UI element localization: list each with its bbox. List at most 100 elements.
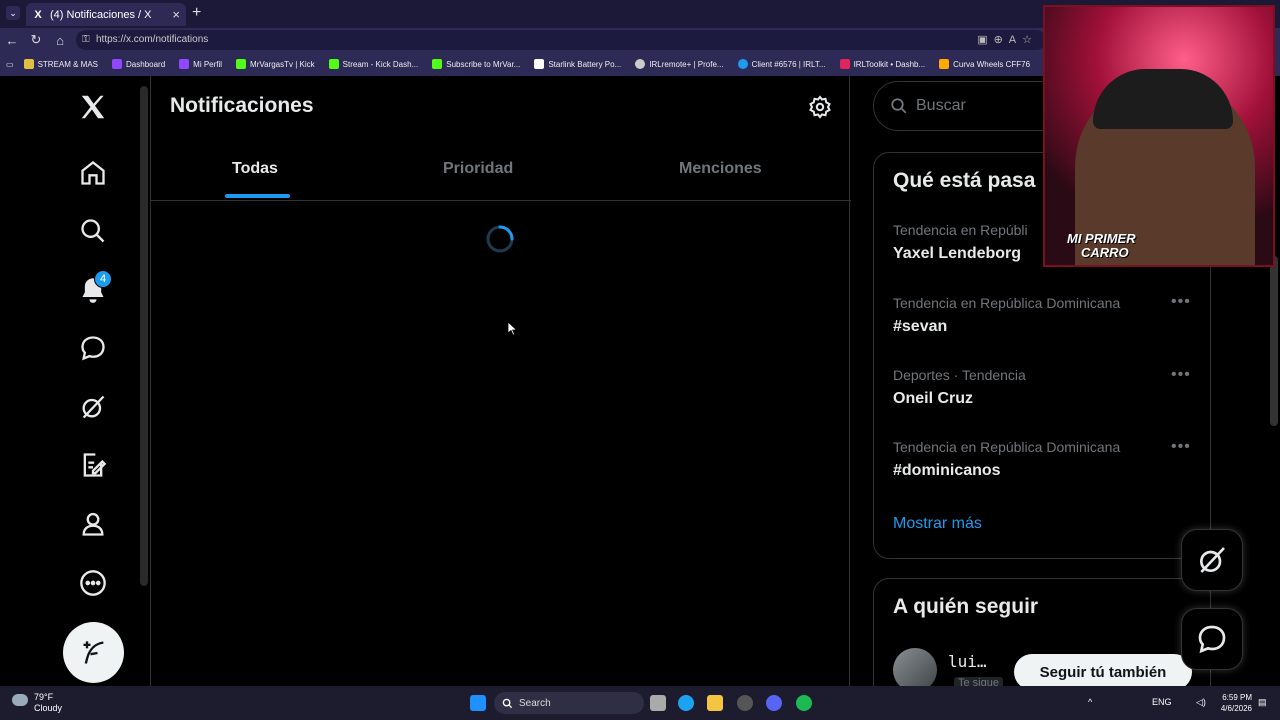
- search-icon[interactable]: [72, 210, 114, 252]
- language-indicator[interactable]: ENG: [1152, 697, 1172, 707]
- webcam-caption: MI PRIMER CARRO: [1067, 232, 1136, 260]
- clock[interactable]: 6:59 PM 4/6/2026: [1214, 692, 1252, 714]
- trend-meta: Tendencia en República Dominicana: [893, 295, 1121, 311]
- bookmark-item[interactable]: Stream - Kick Dash...: [328, 59, 418, 69]
- follow-back-button[interactable]: Seguir tú también: [1014, 654, 1192, 686]
- edge-icon[interactable]: [678, 695, 694, 711]
- bookmark-item[interactable]: IRLToolkit • Dashb...: [839, 59, 926, 69]
- trend-name[interactable]: Oneil Cruz: [893, 390, 973, 408]
- profile-icon[interactable]: [72, 503, 114, 545]
- bookmark-label: MrVargasTv | Kick: [250, 59, 315, 69]
- folder-icon: [23, 59, 34, 69]
- follow-title: A quién seguir: [893, 595, 1039, 618]
- tab-menciones[interactable]: Menciones: [679, 160, 762, 178]
- app-icon[interactable]: [737, 695, 753, 711]
- bookmark-label: Subscribe to MrVar...: [446, 59, 521, 69]
- browser-tab-active[interactable]: X (4) Notificaciones / X ×: [26, 3, 186, 26]
- loading-spinner-icon: [485, 224, 515, 254]
- trend-more-icon[interactable]: •••: [1171, 366, 1191, 384]
- tab-todas[interactable]: Todas: [232, 160, 278, 178]
- tab-prioridad[interactable]: Prioridad: [443, 160, 513, 178]
- tab-close-icon[interactable]: ×: [172, 7, 180, 22]
- show-more-link[interactable]: Mostrar más: [893, 515, 982, 533]
- volume-icon[interactable]: ◁): [1196, 697, 1206, 708]
- webcam-caption-line2: CARRO: [1081, 245, 1129, 260]
- bookmarks-menu-icon[interactable]: ▭: [6, 60, 14, 69]
- trend-more-icon[interactable]: •••: [1171, 438, 1191, 456]
- bookmark-label: Mi Perfil: [193, 59, 223, 69]
- bookmark-item[interactable]: Mi Perfil: [179, 59, 222, 69]
- messages-float-button[interactable]: [1181, 608, 1243, 670]
- bookmark-label: IRLremote+ | Profe...: [649, 59, 724, 69]
- irltoolkit-icon: [839, 59, 850, 69]
- bookmark-item[interactable]: STREAM & MAS: [23, 59, 99, 69]
- bookmark-label: Client #6576 | IRLT...: [751, 59, 826, 69]
- avatar[interactable]: [893, 648, 937, 686]
- bookmark-label: Starlink Battery Po...: [548, 59, 622, 69]
- bookmark-item[interactable]: Dashboard: [112, 59, 165, 69]
- trend-name[interactable]: #dominicanos: [893, 462, 1001, 480]
- bookmark-label: IRLToolkit • Dashb...: [853, 59, 926, 69]
- discord-icon[interactable]: [766, 695, 782, 711]
- post-button[interactable]: [63, 622, 124, 683]
- grok-icon[interactable]: [72, 386, 114, 428]
- bookmark-item[interactable]: IRLremote+ | Profe...: [635, 59, 724, 69]
- webcam-caption-line1: MI PRIMER: [1067, 231, 1136, 246]
- bookmark-item[interactable]: MrVargasTv | Kick: [236, 59, 315, 69]
- tray-chevron-icon[interactable]: ^: [1088, 697, 1092, 707]
- weather-desc: Cloudy: [34, 703, 63, 713]
- new-tab-icon[interactable]: +: [192, 4, 201, 22]
- suggested-user-name[interactable]: lui…: [948, 652, 987, 671]
- kick-icon: [432, 59, 443, 69]
- drafts-icon[interactable]: [72, 444, 114, 486]
- bookmark-label: STREAM & MAS: [37, 59, 99, 69]
- right-scrollbar[interactable]: [1270, 256, 1278, 426]
- url-field[interactable]: ⚿ https://x.com/notifications ▣⊕A☆: [76, 30, 1046, 50]
- trend-name[interactable]: Yaxel Lendeborg: [893, 245, 1021, 263]
- clock-date: 4/6/2026: [1220, 704, 1252, 713]
- more-icon[interactable]: [72, 562, 114, 604]
- bookmark-label: Curva Wheels CFF76: [953, 59, 1031, 69]
- back-icon[interactable]: ←: [4, 32, 20, 48]
- spotify-icon[interactable]: [796, 695, 812, 711]
- trend-more-icon[interactable]: •••: [1171, 293, 1191, 311]
- twitch-icon: [179, 59, 190, 69]
- bookmark-item[interactable]: Client #6576 | IRLT...: [737, 59, 826, 69]
- gear-icon[interactable]: [808, 95, 834, 121]
- trend-meta: Tendencia en Repúbli: [893, 222, 1028, 238]
- starlink-icon: [534, 59, 545, 69]
- taskbar-search[interactable]: Search: [494, 692, 644, 714]
- url-text: https://x.com/notifications: [96, 34, 209, 45]
- task-view-icon[interactable]: [650, 695, 666, 711]
- windows-start-icon[interactable]: [470, 695, 486, 711]
- tab-list-chevron-icon[interactable]: ⌄: [6, 6, 20, 20]
- bookmark-item[interactable]: Starlink Battery Po...: [534, 59, 621, 69]
- trend-name[interactable]: #sevan: [893, 318, 947, 336]
- notification-center-icon[interactable]: ▤: [1258, 697, 1267, 708]
- compose-feather-icon: [83, 640, 104, 664]
- weather-temp: 79°F: [34, 692, 54, 702]
- file-explorer-icon[interactable]: [707, 695, 723, 711]
- site-info-icon[interactable]: ⚿: [82, 30, 90, 50]
- wheels-icon: [939, 59, 950, 69]
- x-logo-icon[interactable]: [72, 86, 114, 128]
- home-icon[interactable]: [72, 152, 114, 194]
- client-icon: [737, 59, 748, 69]
- address-bar-actions-icon[interactable]: ▣⊕A☆: [977, 30, 1038, 50]
- taskbar-search-label: Search: [519, 697, 551, 709]
- search-icon: [891, 98, 907, 114]
- grok-float-button[interactable]: [1181, 529, 1243, 591]
- grok-icon: [1200, 547, 1225, 573]
- mouse-cursor-icon: [507, 321, 518, 341]
- bookmark-item[interactable]: Subscribe to MrVar...: [432, 59, 520, 69]
- notification-count-badge: 4: [94, 270, 112, 288]
- bookmark-label: Dashboard: [126, 59, 166, 69]
- windows-taskbar: 79°F Cloudy Search ^ ENG ◁) 6:59 PM 4/6/2…: [0, 686, 1280, 720]
- messages-icon: [1198, 625, 1226, 654]
- home-browser-icon[interactable]: ⌂: [52, 32, 68, 48]
- left-scrollbar[interactable]: [140, 86, 148, 586]
- bookmark-item[interactable]: Curva Wheels CFF76: [939, 59, 1030, 69]
- messages-icon[interactable]: [72, 327, 114, 369]
- reload-icon[interactable]: ↻: [28, 32, 44, 48]
- notification-tabs: Todas Prioridad Menciones: [151, 136, 851, 201]
